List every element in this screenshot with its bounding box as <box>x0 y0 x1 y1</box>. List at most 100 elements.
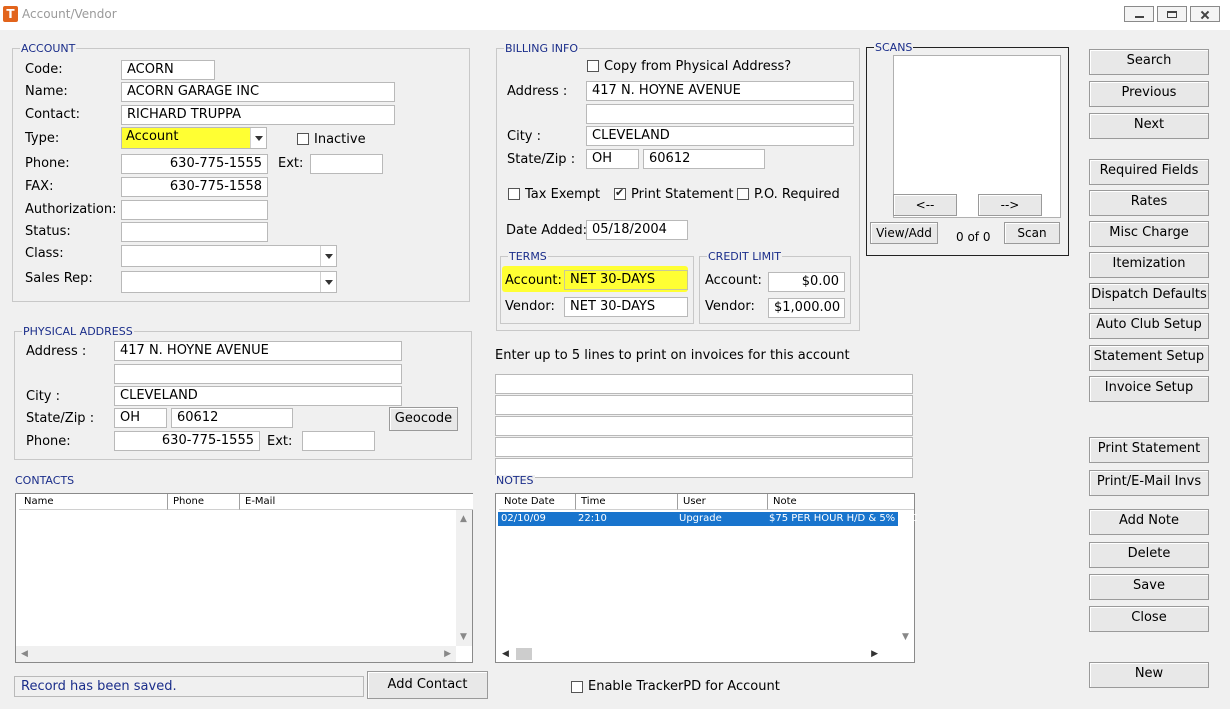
physical-zip-field[interactable]: 60612 <box>171 408 293 428</box>
next-button[interactable]: Next <box>1089 113 1209 139</box>
scroll-right-icon[interactable]: ▶ <box>871 649 878 659</box>
scroll-left-icon[interactable]: ◀ <box>21 649 28 659</box>
authorization-field[interactable] <box>121 200 268 220</box>
print-email-invs-button[interactable]: Print/E-Mail Invs <box>1089 470 1209 496</box>
previous-button[interactable]: Previous <box>1089 81 1209 107</box>
rates-button[interactable]: Rates <box>1089 190 1209 216</box>
note-date-cell: 02/10/09 <box>501 513 546 524</box>
physical-phone-field[interactable]: 630-775-1555 <box>114 431 260 451</box>
scroll-up-icon[interactable]: ▲ <box>460 514 467 524</box>
delete-button[interactable]: Delete <box>1089 542 1209 568</box>
po-required-checkbox[interactable] <box>737 188 749 200</box>
minimize-icon <box>1134 14 1144 18</box>
credit-account-field[interactable]: $0.00 <box>768 272 845 292</box>
billing-zip-field[interactable]: 60612 <box>643 149 765 169</box>
invoice-line-1[interactable] <box>495 374 913 394</box>
authorization-label: Authorization: <box>25 202 117 217</box>
save-button[interactable]: Save <box>1089 574 1209 600</box>
add-contact-button[interactable]: Add Contact <box>367 671 488 699</box>
inactive-label: Inactive <box>314 132 366 147</box>
scroll-down-icon[interactable]: ▼ <box>902 632 909 642</box>
auto-club-setup-button[interactable]: Auto Club Setup <box>1089 313 1209 339</box>
itemization-button[interactable]: Itemization <box>1089 252 1209 278</box>
credit-vendor-field[interactable]: $1,000.00 <box>768 298 845 318</box>
scroll-thumb[interactable] <box>516 648 532 660</box>
billing-state-field[interactable]: OH <box>586 149 639 169</box>
new-button[interactable]: New <box>1089 662 1209 688</box>
date-added-field[interactable]: 05/18/2004 <box>586 220 688 240</box>
print-statement-checkbox[interactable] <box>614 186 626 200</box>
class-select[interactable] <box>121 245 337 267</box>
table-row[interactable]: 02/10/09 22:10 Upgrade $75 PER HOUR H/D … <box>498 512 917 526</box>
fax-field[interactable]: 630-775-1558 <box>121 177 268 197</box>
physical-address1-field[interactable]: 417 N. HOYNE AVENUE <box>114 341 402 361</box>
notes-vscrollbar[interactable]: ▼ <box>898 510 914 646</box>
close-button[interactable]: Close <box>1089 606 1209 632</box>
notes-col-user[interactable]: User <box>678 494 768 510</box>
contacts-col-email[interactable]: E-Mail <box>240 494 473 510</box>
tax-exempt-checkbox[interactable] <box>508 188 520 200</box>
ext-field[interactable] <box>310 154 383 174</box>
statement-setup-button[interactable]: Statement Setup <box>1089 345 1209 371</box>
scroll-left-icon[interactable]: ◀ <box>502 649 509 659</box>
billing-address1-field[interactable]: 417 N. HOYNE AVENUE <box>586 81 854 101</box>
chevron-down-icon[interactable] <box>320 272 336 292</box>
notes-col-date[interactable]: Note Date <box>499 494 576 510</box>
dispatch-defaults-button[interactable]: Dispatch Defaults <box>1089 283 1209 309</box>
inactive-checkbox[interactable] <box>297 133 309 145</box>
terms-account-field[interactable]: NET 30-DAYS <box>564 270 688 290</box>
code-field[interactable]: ACORN <box>121 60 215 80</box>
note-time-cell: 22:10 <box>578 513 607 524</box>
search-button[interactable]: Search <box>1089 49 1209 75</box>
type-select[interactable]: Account <box>121 127 267 149</box>
notes-col-note[interactable]: Note <box>768 494 914 510</box>
phone-field[interactable]: 630-775-1555 <box>121 154 268 174</box>
scan-next-button[interactable]: --> <box>978 194 1042 216</box>
enable-tracker-checkbox[interactable] <box>571 681 583 693</box>
scroll-right-icon[interactable]: ▶ <box>444 649 451 659</box>
salesrep-select[interactable] <box>121 271 337 293</box>
misc-charge-button[interactable]: Misc Charge <box>1089 221 1209 247</box>
scroll-down-icon[interactable]: ▼ <box>460 632 467 642</box>
chevron-down-icon[interactable] <box>250 128 266 148</box>
name-field[interactable]: ACORN GARAGE INC <box>121 82 395 102</box>
contacts-list[interactable]: Name Phone E-Mail ▲ ▼ ◀ ▶ <box>15 493 473 663</box>
chevron-down-icon[interactable] <box>320 246 336 266</box>
close-window-button[interactable] <box>1190 6 1220 22</box>
physical-ext-field[interactable] <box>302 431 375 451</box>
copy-from-physical-checkbox[interactable] <box>587 60 599 72</box>
add-note-button[interactable]: Add Note <box>1089 509 1209 535</box>
invoice-line-4[interactable] <box>495 437 913 457</box>
geocode-button[interactable]: Geocode <box>389 407 458 431</box>
print-statement-button[interactable]: Print Statement <box>1089 437 1209 463</box>
billing-city-field[interactable]: CLEVELAND <box>586 126 854 146</box>
contact-field[interactable]: RICHARD TRUPPA <box>121 105 395 125</box>
invoice-line-3[interactable] <box>495 416 913 436</box>
scan-prev-button[interactable]: <-- <box>893 194 957 216</box>
scan-button[interactable]: Scan <box>1004 222 1060 244</box>
invoice-line-2[interactable] <box>495 395 913 415</box>
billing-address2-field[interactable] <box>586 104 854 124</box>
ext-label: Ext: <box>278 156 304 171</box>
contacts-legend: CONTACTS <box>14 474 76 487</box>
notes-hscrollbar[interactable]: ◀ ▶ <box>496 646 898 662</box>
contacts-hscrollbar[interactable]: ◀ ▶ <box>16 646 456 662</box>
required-fields-button[interactable]: Required Fields <box>1089 159 1209 185</box>
contacts-col-name[interactable]: Name <box>19 494 168 510</box>
physical-ext-label: Ext: <box>267 434 293 449</box>
maximize-button[interactable] <box>1157 6 1187 22</box>
physical-address2-field[interactable] <box>114 364 402 384</box>
status-field[interactable] <box>121 222 268 242</box>
notes-col-time[interactable]: Time <box>576 494 678 510</box>
contacts-col-phone[interactable]: Phone <box>168 494 240 510</box>
print-statement-label: Print Statement <box>631 187 734 202</box>
invoice-setup-button[interactable]: Invoice Setup <box>1089 376 1209 402</box>
contacts-vscrollbar[interactable]: ▲ ▼ <box>456 510 472 646</box>
terms-vendor-field[interactable]: NET 30-DAYS <box>564 297 688 317</box>
invoice-line-5[interactable] <box>495 458 913 478</box>
physical-state-field[interactable]: OH <box>114 408 167 428</box>
physical-city-field[interactable]: CLEVELAND <box>114 386 402 406</box>
minimize-button[interactable] <box>1124 6 1154 22</box>
notes-list[interactable]: Note Date Time User Note 02/10/09 22:10 … <box>495 493 917 663</box>
view-add-button[interactable]: View/Add <box>870 222 938 244</box>
